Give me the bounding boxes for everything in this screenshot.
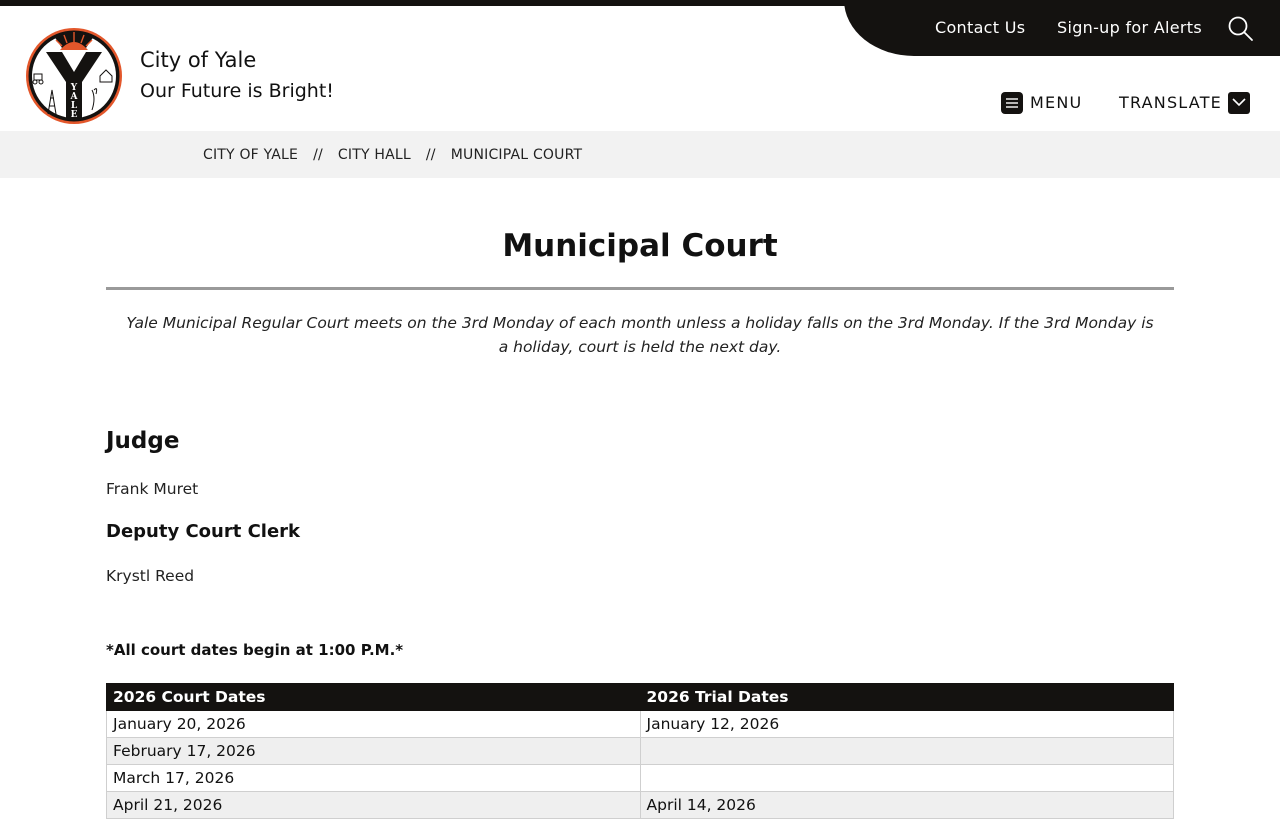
breadcrumb-current: MUNICIPAL COURT bbox=[450, 147, 583, 163]
title-divider bbox=[106, 287, 1174, 290]
logo-letter-e: E bbox=[71, 110, 78, 120]
table-row: April 21, 2026 April 14, 2026 bbox=[106, 791, 1174, 819]
court-date-cell: January 20, 2026 bbox=[106, 710, 641, 738]
table-row: February 17, 2026 bbox=[106, 737, 1174, 765]
court-time-note: *All court dates begin at 1:00 P.M.* bbox=[106, 641, 404, 659]
search-icon bbox=[1228, 16, 1253, 41]
breadcrumb-separator: // bbox=[313, 147, 323, 163]
breadcrumb-separator: // bbox=[425, 147, 436, 163]
judge-heading: Judge bbox=[106, 428, 180, 454]
city-seal-logo[interactable]: Y A L E bbox=[24, 26, 124, 126]
clerk-name: Krystl Reed bbox=[106, 567, 195, 585]
breadcrumb-city-of-yale[interactable]: CITY OF YALE bbox=[203, 147, 298, 163]
clerk-heading: Deputy Court Clerk bbox=[106, 521, 301, 542]
breadcrumb: CITY OF YALE // CITY HALL // MUNICIPAL COURT bbox=[203, 147, 582, 163]
chevron-down-icon bbox=[1227, 91, 1250, 114]
breadcrumb-city-hall[interactable]: CITY HALL bbox=[338, 147, 411, 163]
court-date-cell: February 17, 2026 bbox=[106, 737, 641, 765]
column-header-trial-dates: 2026 Trial Dates bbox=[639, 683, 1174, 711]
column-header-court-dates: 2026 Court Dates bbox=[106, 683, 641, 711]
translate-label: TRANSLATE bbox=[1119, 93, 1222, 112]
trial-date-cell bbox=[639, 737, 1174, 765]
table-row: March 17, 2026 bbox=[106, 764, 1174, 792]
court-date-cell: March 17, 2026 bbox=[106, 764, 641, 792]
site-tagline: Our Future is Bright! bbox=[140, 80, 334, 102]
table-header-row: 2026 Court Dates 2026 Trial Dates bbox=[106, 683, 1174, 711]
trial-date-cell: January 12, 2026 bbox=[639, 710, 1174, 738]
page-title: Municipal Court bbox=[502, 228, 778, 264]
menu-button[interactable]: MENU bbox=[1001, 91, 1082, 114]
site-name[interactable]: City of Yale bbox=[140, 48, 256, 72]
judge-name: Frank Muret bbox=[106, 480, 199, 498]
search-button[interactable] bbox=[1226, 14, 1254, 42]
court-schedule-intro: Yale Municipal Regular Court meets on th… bbox=[126, 314, 1154, 356]
court-date-cell: April 21, 2026 bbox=[106, 791, 641, 819]
hamburger-icon bbox=[1001, 91, 1023, 114]
menu-label: MENU bbox=[1030, 93, 1083, 112]
translate-button[interactable]: TRANSLATE bbox=[1119, 91, 1250, 114]
table-row: January 20, 2026 January 12, 2026 bbox=[106, 710, 1174, 738]
utility-nav: Contact Us Sign-up for Alerts bbox=[844, 0, 1280, 56]
trial-date-cell bbox=[639, 764, 1174, 792]
breadcrumb-bar: CITY OF YALE // CITY HALL // MUNICIPAL COURT bbox=[0, 131, 1280, 178]
court-dates-table: 2026 Court Dates 2026 Trial Dates Januar… bbox=[106, 683, 1174, 819]
contact-us-link[interactable]: Contact Us bbox=[935, 18, 1025, 37]
trial-date-cell: April 14, 2026 bbox=[639, 791, 1174, 819]
alerts-signup-link[interactable]: Sign-up for Alerts bbox=[1057, 18, 1202, 37]
